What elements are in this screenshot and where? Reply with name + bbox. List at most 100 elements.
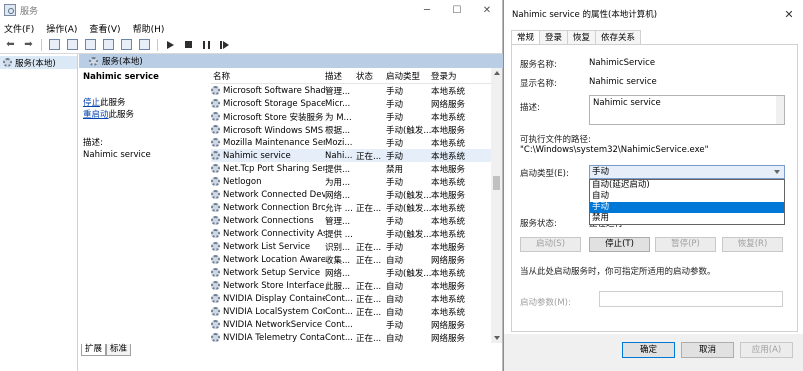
show-hide-icon[interactable]: [137, 38, 152, 52]
cell-description: Mozi...: [325, 137, 353, 148]
cell-description: 网络...: [325, 190, 351, 201]
cell-name-text: Network Connected Devic...: [223, 189, 325, 200]
tree-item-local-services[interactable]: 服务(本地): [0, 56, 77, 69]
startup-type-select[interactable]: 手动: [589, 165, 785, 179]
cell-name-text: Network Connection Broker: [223, 202, 325, 213]
start-button[interactable]: 启动(S): [520, 237, 581, 252]
scroll-up-icon[interactable]: [494, 71, 500, 75]
table-row[interactable]: Network Store Interface Se...此服... 正在... 自…: [211, 279, 491, 292]
column-header-logon-as[interactable]: 登录为: [431, 70, 491, 82]
table-row[interactable]: Network Location Awarene...收集... 正在... 自动 网…: [211, 253, 491, 266]
vertical-scrollbar[interactable]: [491, 68, 502, 343]
ok-button[interactable]: 确定: [622, 342, 675, 358]
table-row[interactable]: Network List Service 识别... 正在... 手动 本地服务: [211, 240, 491, 253]
refresh-icon[interactable]: [83, 38, 98, 52]
tree-item-label: 服务(本地): [15, 58, 56, 69]
cell-logon-as: 网络服务: [431, 255, 466, 266]
cell-startup-type: 手动(触发...: [386, 125, 431, 136]
column-header-description[interactable]: 描述: [325, 70, 356, 82]
export-list-icon[interactable]: [101, 38, 116, 52]
service-status-label: 服务状态:: [520, 219, 557, 229]
close-icon[interactable]: ✕: [472, 0, 502, 20]
table-row[interactable]: Microsoft Windows SMS 路...根据... 手动(触发...本…: [211, 123, 491, 136]
cell-startup-type: 自动: [386, 281, 404, 292]
table-row[interactable]: Network Connection Broker允许 ...正在... 手动(触…: [211, 201, 491, 214]
services-window: 服务 ─ ☐ ✕ 文件(F) 操作(A) 查看(V) 帮助(H) ⬅ ➡ 服务(…: [0, 0, 503, 371]
table-row[interactable]: Microsoft Software Shado...管理... 手动 本地系统: [211, 84, 491, 97]
stop-service-action[interactable]: 停止此服务: [83, 97, 205, 109]
menu-view[interactable]: 查看(V): [89, 22, 120, 35]
properties-icon[interactable]: [65, 38, 80, 52]
table-row[interactable]: Network Connectivity Assis...提供 ... 手动(触发…: [211, 227, 491, 240]
menu-file[interactable]: 文件(F): [4, 22, 34, 35]
startup-option[interactable]: 自动: [590, 191, 784, 202]
cell-startup-type: 手动: [386, 112, 404, 123]
table-row[interactable]: Nahimic service Nahi... 正在... 手动 本地系统: [211, 149, 491, 162]
table-row[interactable]: Network Connected Devic...网络... 手动(触发...本…: [211, 188, 491, 201]
restart-service-action[interactable]: 重启动此服务: [83, 109, 205, 121]
table-row[interactable]: Network Setup Service 网络... 手动(触发... 本地系统: [211, 266, 491, 279]
table-row[interactable]: Network Connections 管理... 手动 本地系统: [211, 214, 491, 227]
table-row[interactable]: Microsoft Storage Spaces S...Micr... 手动 网络…: [211, 97, 491, 110]
service-name-label: 服务名称:: [520, 60, 557, 70]
minimize-icon[interactable]: ─: [412, 0, 442, 20]
console-tree-icon[interactable]: [47, 38, 62, 52]
close-icon[interactable]: ✕: [775, 8, 803, 21]
table-row[interactable]: Netlogon 为用... 手动 本地系统: [211, 175, 491, 188]
cancel-button[interactable]: 取消: [681, 342, 734, 358]
table-row[interactable]: Microsoft Store 安装服务为 M... 手动 本地系统: [211, 110, 491, 123]
menu-action[interactable]: 操作(A): [46, 22, 77, 35]
maximize-icon[interactable]: ☐: [442, 0, 472, 20]
resume-button[interactable]: 恢复(R): [722, 237, 783, 252]
services-app-icon: [4, 4, 16, 16]
restart-service-icon[interactable]: [217, 38, 232, 52]
table-row[interactable]: NVIDIA Telemetry Contain...Cont...正在... 自…: [211, 331, 491, 343]
help-icon[interactable]: [119, 38, 134, 52]
tab-dependencies[interactable]: 依存关系: [595, 30, 642, 44]
column-header-name[interactable]: 名称: [211, 70, 325, 82]
apply-button[interactable]: 应用(A): [740, 342, 793, 358]
cell-name: Network Setup Service: [211, 268, 325, 278]
description-textbox[interactable]: Nahimic service: [589, 95, 785, 125]
pause-service-icon[interactable]: [199, 38, 214, 52]
startup-option[interactable]: 禁用: [590, 213, 784, 224]
column-header-startup-type[interactable]: 启动类型: [386, 70, 431, 82]
tab-standard[interactable]: 标准: [106, 344, 132, 356]
table-row[interactable]: Net.Tcp Port Sharing Service提供... 禁用 本地服务: [211, 162, 491, 175]
table-row[interactable]: Mozilla Maintenance ServiceMozi... 手动 本地系统: [211, 136, 491, 149]
start-params-hint: 当从此处启动服务时，你可指定所适用的启动参数。: [520, 267, 716, 277]
back-arrow-icon[interactable]: ⬅: [3, 38, 18, 52]
stop-link[interactable]: 停止: [83, 98, 100, 108]
cell-name-text: Microsoft Windows SMS 路...: [223, 125, 325, 136]
description-scrollbar[interactable]: [776, 96, 784, 124]
table-row[interactable]: NVIDIA Display Container LSCont...正在... 自…: [211, 292, 491, 305]
forward-arrow-icon[interactable]: ➡: [21, 38, 36, 52]
cell-status: 正在...: [356, 333, 382, 344]
table-row[interactable]: NVIDIA LocalSystem Conta...Cont...正在... 自…: [211, 305, 491, 318]
restart-link[interactable]: 重启动: [83, 110, 109, 120]
menu-help[interactable]: 帮助(H): [133, 22, 165, 35]
scrollbar-thumb[interactable]: [493, 176, 500, 190]
exe-path-label: 可执行文件的路径:: [520, 135, 591, 145]
cell-startup-type: 自动: [386, 307, 404, 318]
startup-option[interactable]: 手动: [590, 202, 784, 213]
startup-option[interactable]: 自动(延迟启动): [590, 180, 784, 191]
column-header-status[interactable]: 状态: [356, 70, 386, 82]
tab-general[interactable]: 常规: [511, 30, 541, 44]
stop-button[interactable]: 停止(T): [589, 237, 650, 252]
gear-icon: [211, 99, 220, 108]
cell-name: NVIDIA Display Container LS: [211, 294, 325, 304]
tab-logon[interactable]: 登录: [539, 30, 569, 44]
start-params-input[interactable]: [599, 291, 783, 307]
stop-link-suffix: 此服务: [100, 98, 126, 108]
stop-service-icon[interactable]: [181, 38, 196, 52]
start-service-icon[interactable]: [163, 38, 178, 52]
cell-logon-as: 本地系统: [431, 307, 466, 318]
tab-recovery[interactable]: 恢复: [567, 30, 597, 44]
scroll-down-icon[interactable]: [494, 336, 500, 340]
cell-description: Nahi...: [325, 150, 353, 161]
table-row[interactable]: NVIDIA NetworkService C...Cont... 手动 网络服务: [211, 318, 491, 331]
cell-description: 管理...: [325, 86, 351, 97]
pause-button[interactable]: 暂停(P): [655, 237, 716, 252]
tab-extended[interactable]: 扩展: [81, 344, 107, 356]
